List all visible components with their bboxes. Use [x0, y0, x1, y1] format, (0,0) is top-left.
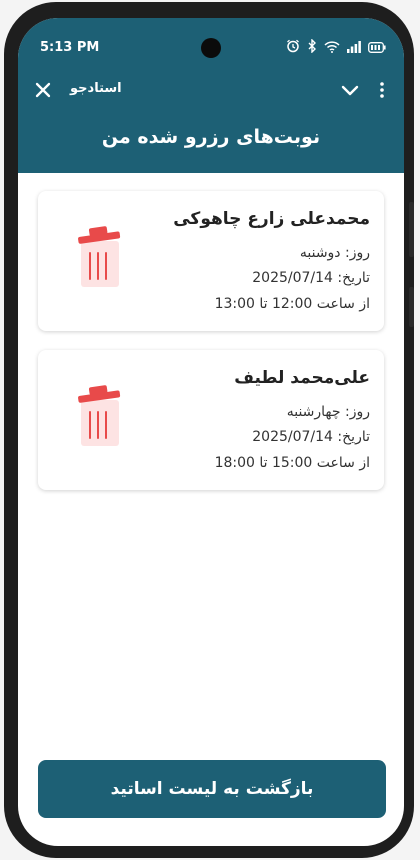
wifi-icon	[324, 38, 340, 57]
header: 5:13 PM	[18, 18, 404, 173]
trash-icon	[78, 226, 121, 287]
chevron-down-icon	[341, 85, 359, 96]
delete-reservation-button[interactable]	[74, 382, 124, 448]
more-vert-icon	[380, 82, 384, 98]
reservation-time: از ساعت 12:00 تا 13:00	[214, 296, 370, 312]
reservation-card: محمدعلی زارع چاهوکی روز: دوشنبه تاریخ: 2…	[38, 191, 384, 331]
close-icon	[35, 82, 51, 98]
signal-icon	[347, 38, 361, 57]
phone-frame: 5:13 PM	[4, 2, 414, 858]
reservation-day: روز: چهارشنبه	[286, 404, 370, 420]
app-title: استادجو	[70, 81, 122, 96]
reservation-day: روز: دوشنبه	[299, 245, 370, 261]
volume-button	[409, 202, 414, 257]
more-options-button[interactable]	[372, 80, 392, 100]
reservation-date: تاریخ: 2025/07/14	[252, 429, 370, 445]
teacher-name: محمدعلی زارع چاهوکی	[173, 209, 370, 229]
reservation-time: از ساعت 15:00 تا 18:00	[214, 455, 370, 471]
battery-icon	[368, 38, 386, 57]
alarm-icon	[286, 38, 300, 57]
app-toolbar: استادجو	[18, 78, 404, 102]
power-button	[409, 287, 414, 327]
status-time: 5:13 PM	[40, 40, 100, 55]
close-button[interactable]	[32, 79, 54, 101]
screen: 5:13 PM	[18, 18, 404, 846]
bluetooth-icon	[307, 38, 317, 57]
status-bar: 5:13 PM	[18, 18, 404, 58]
page-title: نوبت‌های رزرو شده من	[101, 126, 321, 148]
front-camera	[201, 38, 221, 58]
teacher-name: علی‌محمد لطیف	[234, 368, 370, 388]
back-to-teachers-button[interactable]: بازگشت به لیست اساتید	[38, 760, 386, 818]
delete-reservation-button[interactable]	[74, 223, 124, 289]
status-icons	[286, 38, 386, 57]
trash-icon	[78, 385, 121, 446]
reservation-date: تاریخ: 2025/07/14	[252, 270, 370, 286]
reservation-card: علی‌محمد لطیف روز: چهارشنبه تاریخ: 2025/…	[38, 350, 384, 490]
chevron-down-button[interactable]	[340, 80, 360, 100]
